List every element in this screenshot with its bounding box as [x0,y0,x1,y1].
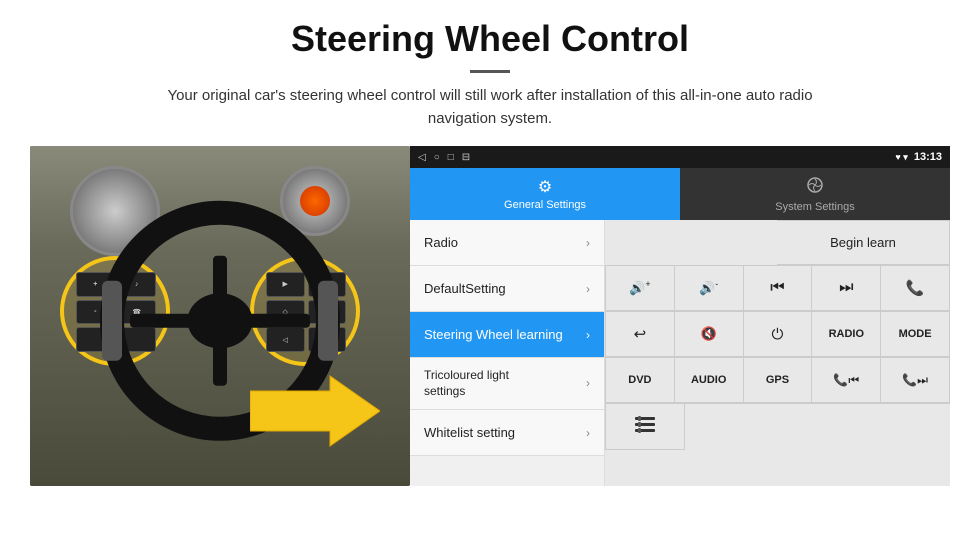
menu-radio-chevron: › [586,236,590,250]
begin-learn-button[interactable]: Begin learn [777,220,950,265]
right-grid: Begin learn 🔊+ 🔊- ⏮ [605,220,950,486]
btn-row-3: DVD AUDIO GPS 📞⏮ 📞⏭ [605,358,950,404]
steering-wheel-image: + ♪ - ☎ ▶ ✕ ◇ ✕ ◁ ◇ [30,146,410,486]
prev-track-button[interactable]: ⏮ [744,266,813,311]
menu-whitelist-chevron: › [586,426,590,440]
menu-item-steering[interactable]: Steering Wheel learning › [410,312,604,358]
dvd-label: DVD [628,374,651,386]
menu-steering-label: Steering Wheel learning [424,327,563,342]
menu-tricoloured-chevron: › [586,376,590,392]
dvd-button[interactable]: DVD [605,358,675,403]
power-icon: ⏻ [772,326,784,343]
power-button[interactable]: ⏻ [744,312,813,357]
android-panel: ◁ ○ □ ⊟ ♥ ▾ 13:13 ⚙ General Settings [410,146,950,486]
page-title: Steering Wheel Control [291,18,689,60]
btn-row-2: ↩ 🔇 ⏻ RADIO MODE [605,312,950,358]
radio-mode-button[interactable]: RADIO [812,312,881,357]
begin-learn-row: Begin learn [605,220,950,266]
page-subtitle: Your original car's steering wheel contr… [140,85,840,130]
page-container: Steering Wheel Control Your original car… [0,0,980,549]
tab-general-settings[interactable]: ⚙ General Settings [410,168,680,220]
vol-down-button[interactable]: 🔊- [675,266,744,311]
btn-row-4 [605,404,950,450]
menu-item-default[interactable]: DefaultSetting › [410,266,604,312]
next-track-button[interactable]: ⏭ [812,266,881,311]
prev-track-icon: ⏮ [770,279,784,297]
menu-steering-chevron: › [586,328,590,342]
tab-system-label: System Settings [775,201,854,213]
tab-system-settings[interactable]: System Settings [680,168,950,220]
tab-bar: ⚙ General Settings System Settings [410,168,950,220]
menu-item-tricoloured[interactable]: Tricoloured lightsettings › [410,358,604,410]
status-time: ♥ ▾ 13:13 [895,151,942,163]
menu-default-chevron: › [586,282,590,296]
vol-up-button[interactable]: 🔊+ [605,266,675,311]
general-settings-icon: ⚙ [538,177,552,197]
mute-icon: 🔇 [701,326,717,342]
screenshot-icon: ⊟ [462,152,470,163]
mode-label: MODE [899,328,932,340]
audio-button[interactable]: AUDIO [675,358,744,403]
content-area: + ♪ - ☎ ▶ ✕ ◇ ✕ ◁ ◇ [30,146,950,539]
answer-icon: ↩ [634,325,647,343]
btn-row-1: 🔊+ 🔊- ⏮ ⏭ 📞 [605,266,950,312]
list-icon [635,416,655,438]
answer-button[interactable]: ↩ [605,312,675,357]
vol-up-icon: 🔊+ [629,279,650,296]
left-menu: Radio › DefaultSetting › Steering Wheel … [410,220,605,486]
phone-button[interactable]: 📞 [881,266,950,311]
next-track-icon: ⏭ [839,279,853,297]
menu-tricoloured-label: Tricoloured lightsettings [424,368,509,399]
menu-item-whitelist[interactable]: Whitelist setting › [410,410,604,456]
back-icon: ◁ [418,152,426,163]
phone-next-button[interactable]: 📞⏭ [881,358,950,403]
phone-prev-icon: 📞⏮ [833,373,859,388]
phone-next-icon: 📞⏭ [902,373,928,388]
menu-whitelist-label: Whitelist setting [424,425,515,440]
blank-cell [605,220,777,265]
phone-prev-button[interactable]: 📞⏮ [812,358,881,403]
status-bar: ◁ ○ □ ⊟ ♥ ▾ 13:13 [410,146,950,168]
audio-label: AUDIO [691,374,726,386]
gps-button[interactable]: GPS [744,358,813,403]
home-icon: ○ [434,152,440,163]
wifi-signal-icon: ♥ ▾ [895,152,907,162]
vol-down-icon: 🔊- [699,279,718,296]
mode-button[interactable]: MODE [881,312,950,357]
android-main: Radio › DefaultSetting › Steering Wheel … [410,220,950,486]
arrow-indicator [250,371,380,456]
mute-button[interactable]: 🔇 [675,312,744,357]
gps-label: GPS [766,374,789,386]
system-settings-icon [806,176,824,199]
status-bar-left: ◁ ○ □ ⊟ [418,152,470,163]
menu-radio-label: Radio [424,235,458,250]
radio-mode-label: RADIO [829,328,864,340]
phone-icon: 📞 [906,279,925,297]
list-button[interactable] [605,404,685,450]
tab-general-label: General Settings [504,199,586,211]
recents-icon: □ [448,152,454,163]
menu-default-label: DefaultSetting [424,281,506,296]
menu-item-radio[interactable]: Radio › [410,220,604,266]
title-divider [470,70,510,73]
